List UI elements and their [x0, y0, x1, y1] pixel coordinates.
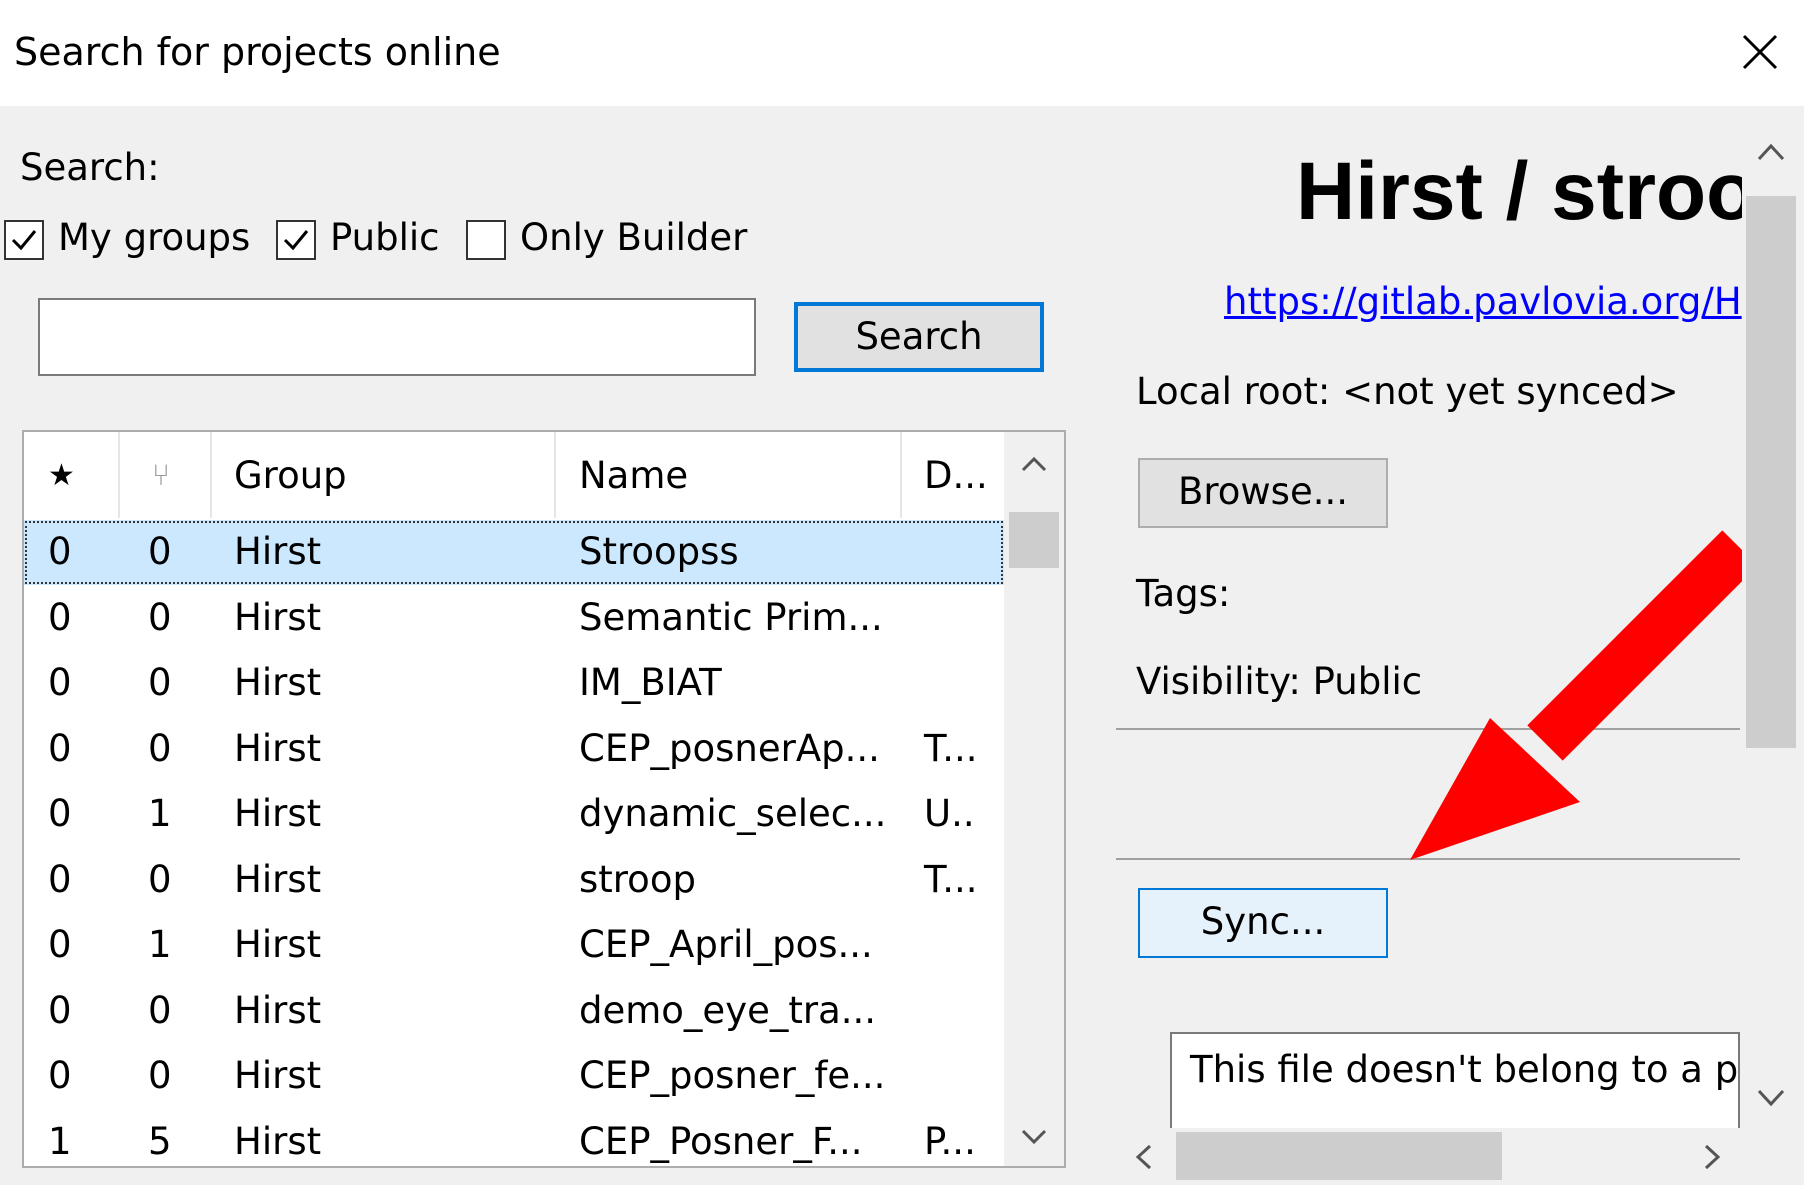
- name-cell: demo_eye_tra...: [579, 988, 877, 1032]
- group-cell: Hirst: [234, 1054, 322, 1097]
- my-groups-checkbox[interactable]: [4, 220, 44, 260]
- group-cell: Hirst: [234, 661, 322, 704]
- tags-label: Tags:: [1136, 572, 1231, 615]
- description-cell: T...: [924, 726, 978, 770]
- stars-cell: 0: [48, 857, 72, 901]
- stars-cell: 0: [48, 792, 72, 835]
- stars-cell: 0: [48, 923, 72, 966]
- stars-cell: 1: [48, 1119, 72, 1163]
- name-cell: stroop: [579, 857, 696, 901]
- table-row[interactable]: 0 1 Hirst dynamic_selec... U..: [24, 782, 1004, 847]
- table-row[interactable]: 0 0 Hirst demo_eye_tra...: [24, 979, 1004, 1044]
- name-cell: IM_BIAT: [579, 661, 722, 704]
- group-cell: Hirst: [234, 530, 322, 573]
- forks-cell: 0: [148, 988, 172, 1032]
- forks-column-header[interactable]: ⑂: [152, 458, 170, 493]
- name-cell: Stroopss: [579, 530, 739, 573]
- search-button[interactable]: Search: [794, 302, 1044, 372]
- name-cell: CEP_Posner_F...: [579, 1119, 863, 1163]
- group-cell: Hirst: [234, 1119, 322, 1163]
- list-scroll-thumb[interactable]: [1009, 512, 1059, 568]
- group-cell: Hirst: [234, 857, 322, 901]
- forks-cell: 0: [148, 530, 172, 573]
- public-checkbox[interactable]: [276, 220, 316, 260]
- group-cell: Hirst: [234, 726, 322, 770]
- search-label: Search:: [20, 146, 160, 189]
- stars-column-header[interactable]: ★: [48, 458, 75, 493]
- group-column-header[interactable]: Group: [234, 454, 347, 497]
- stars-cell: 0: [48, 661, 72, 704]
- sync-button[interactable]: Sync...: [1138, 888, 1388, 958]
- description-column-header[interactable]: D...: [924, 454, 988, 497]
- only-builder-label: Only Builder: [520, 216, 748, 259]
- description-cell: T...: [924, 857, 978, 901]
- forks-cell: 1: [148, 792, 172, 835]
- forks-cell: 0: [148, 1054, 172, 1097]
- name-cell: CEP_April_pos...: [579, 923, 873, 966]
- group-cell: Hirst: [234, 988, 322, 1032]
- table-row[interactable]: 1 5 Hirst CEP_Posner_F... P...: [24, 1110, 1004, 1167]
- chevron-down-icon[interactable]: [1019, 1127, 1049, 1147]
- horizontal-scroll-thumb[interactable]: [1176, 1132, 1502, 1180]
- window-title: Search for projects online: [14, 30, 501, 74]
- table-row[interactable]: 0 0 Hirst CEP_posner_fe...: [24, 1044, 1004, 1109]
- name-cell: dynamic_selec...: [579, 792, 887, 835]
- forks-cell: 0: [148, 595, 172, 639]
- my-groups-label: My groups: [58, 216, 251, 259]
- table-row[interactable]: 0 0 Hirst stroop T...: [24, 848, 1004, 913]
- name-cell: CEP_posner_fe...: [579, 1054, 886, 1097]
- table-row[interactable]: 0 1 Hirst CEP_April_pos...: [24, 913, 1004, 978]
- chevron-left-icon[interactable]: [1132, 1142, 1156, 1172]
- chevron-up-icon[interactable]: [1754, 140, 1788, 164]
- vertical-scroll-thumb[interactable]: [1746, 196, 1796, 748]
- name-cell: CEP_posnerAp...: [579, 726, 880, 770]
- sync-message-text: This file doesn't belong to a pr: [1190, 1048, 1740, 1091]
- forks-cell: 0: [148, 726, 172, 770]
- title-bar: Search for projects online: [0, 0, 1804, 106]
- name-cell: Semantic Prim...: [579, 595, 883, 639]
- chevron-up-icon[interactable]: [1019, 454, 1049, 474]
- forks-cell: 1: [148, 923, 172, 966]
- stars-cell: 0: [48, 1054, 72, 1097]
- chevron-right-icon[interactable]: [1700, 1142, 1724, 1172]
- public-label: Public: [330, 216, 440, 259]
- browse-button[interactable]: Browse...: [1138, 458, 1388, 528]
- project-list[interactable]: ★ ⑂ Group Name D... 0 0 Hirst Stroopss 0 0 Hir…: [22, 430, 1066, 1168]
- table-row[interactable]: 0 0 Hirst Stroopss: [24, 520, 1004, 585]
- local-root-text: Local root: <not yet synced>: [1136, 370, 1679, 413]
- table-row[interactable]: 0 0 Hirst IM_BIAT: [24, 651, 1004, 716]
- table-row[interactable]: 0 0 Hirst CEP_posnerAp... T...: [24, 717, 1004, 782]
- only-builder-checkbox[interactable]: [466, 220, 506, 260]
- description-cell: P...: [924, 1119, 976, 1163]
- close-icon[interactable]: [1730, 22, 1790, 82]
- visibility-text: Visibility: Public: [1136, 660, 1423, 703]
- stars-cell: 0: [48, 988, 72, 1032]
- table-row[interactable]: 0 0 Hirst Semantic Prim...: [24, 586, 1004, 651]
- group-cell: Hirst: [234, 595, 322, 639]
- group-cell: Hirst: [234, 792, 322, 835]
- stars-cell: 0: [48, 595, 72, 639]
- list-header: ★ ⑂ Group Name D...: [24, 432, 1004, 518]
- search-input[interactable]: [38, 298, 756, 376]
- name-column-header[interactable]: Name: [579, 454, 688, 497]
- forks-cell: 0: [148, 661, 172, 704]
- description-cell: U..: [924, 792, 975, 835]
- chevron-down-icon[interactable]: [1754, 1086, 1788, 1110]
- project-url-link[interactable]: https://gitlab.pavlovia.org/H: [1224, 280, 1742, 323]
- group-cell: Hirst: [234, 923, 322, 966]
- forks-cell: 0: [148, 857, 172, 901]
- red-arrow-annotation: [1410, 530, 1758, 860]
- forks-cell: 5: [148, 1119, 172, 1163]
- project-title: Hirst / stroo: [1296, 146, 1757, 237]
- stars-cell: 0: [48, 726, 72, 770]
- stars-cell: 0: [48, 530, 72, 573]
